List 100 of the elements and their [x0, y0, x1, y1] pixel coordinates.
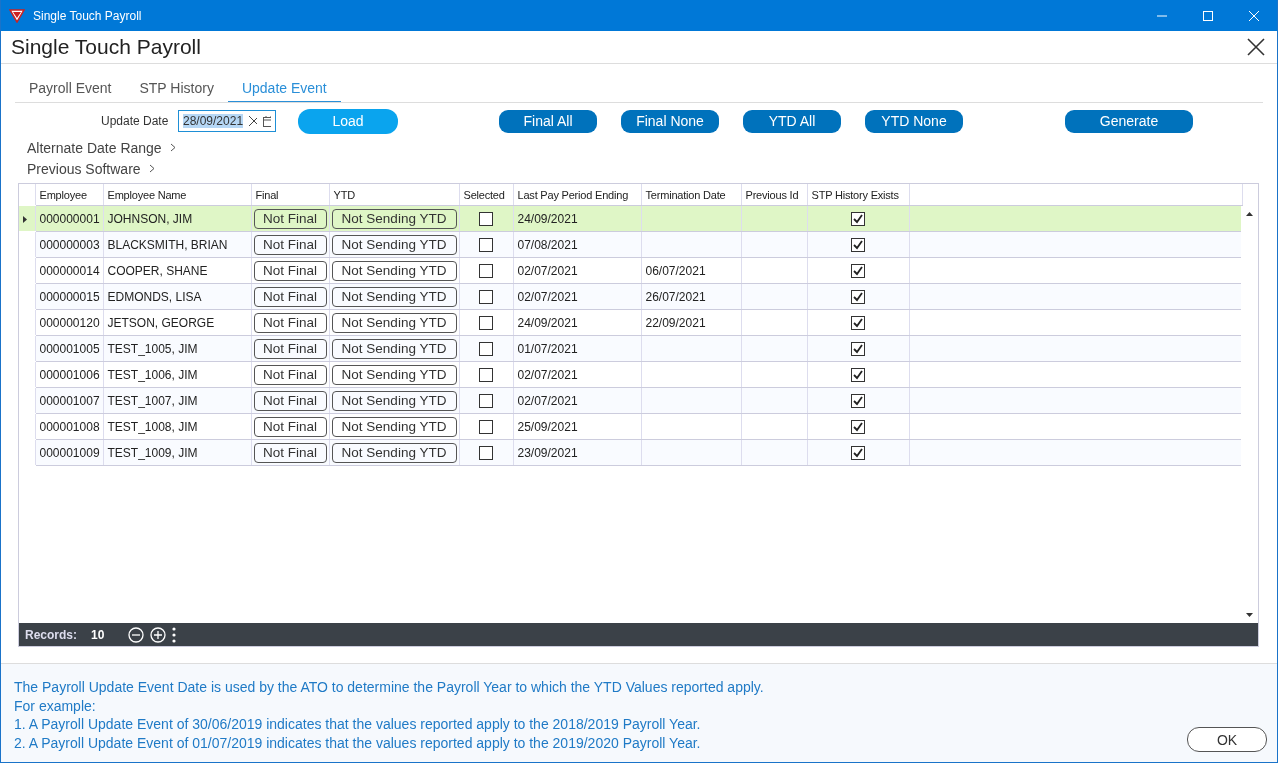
calendar-icon[interactable]: [262, 115, 271, 127]
checkbox[interactable]: [851, 445, 865, 460]
checkbox[interactable]: [851, 419, 865, 434]
tab[interactable]: Payroll Event: [15, 75, 126, 102]
close-icon[interactable]: [1247, 38, 1265, 56]
column-header[interactable]: Employee: [35, 184, 103, 206]
table-cell: 000000014: [35, 257, 103, 284]
checkbox[interactable]: [851, 237, 865, 252]
final-button[interactable]: Not Final: [253, 390, 327, 411]
action-button[interactable]: Final None: [621, 109, 719, 133]
table-row[interactable]: 000001009 TEST_1009, JIM Not Final Not Sending YTD 23/09/2021: [19, 439, 1243, 466]
add-icon[interactable]: [150, 626, 167, 643]
checkbox[interactable]: [851, 393, 865, 408]
more-icon[interactable]: [172, 626, 177, 643]
table-row[interactable]: 000001006 TEST_1006, JIM Not Final Not Sending YTD 02/07/2021: [19, 361, 1243, 388]
table-row[interactable]: 000000015 EDMONDS, LISA Not Final Not Sending YTD 02/07/2021 26/07/2021: [19, 283, 1243, 310]
table-row[interactable]: 000001008 TEST_1008, JIM Not Final Not Sending YTD 25/09/2021: [19, 413, 1243, 440]
table-row[interactable]: 000000003 BLACKSMITH, BRIAN Not Final Not Sending YTD 07/08/2021: [19, 231, 1243, 258]
window-title: Single Touch Payroll: [33, 8, 142, 23]
column-header[interactable]: STP History Exists: [807, 184, 909, 206]
final-button[interactable]: Not Final: [253, 312, 327, 333]
action-button[interactable]: YTD All: [743, 109, 841, 133]
final-button[interactable]: Not Final: [253, 286, 327, 307]
column-header[interactable]: Last Pay Period Ending: [513, 184, 641, 206]
table-cell: 02/07/2021: [513, 387, 641, 414]
table-cell: 000000015: [35, 283, 103, 310]
table-cell: 02/07/2021: [513, 283, 641, 310]
chevron-icon: [148, 164, 155, 173]
remove-icon[interactable]: [128, 626, 145, 643]
ytd-button[interactable]: Not Sending YTD: [331, 442, 457, 463]
table-row[interactable]: 000000120 JETSON, GEORGE Not Final Not Sending YTD 24/09/2021 22/09/2021: [19, 309, 1243, 336]
tab[interactable]: Update Event: [227, 75, 341, 102]
column-header[interactable]: Termination Date: [641, 184, 741, 206]
table-row[interactable]: 000000001 JOHNSON, JIM Not Final Not Sending YTD 24/09/2021: [19, 205, 1243, 232]
checkbox[interactable]: [851, 367, 865, 382]
table-cell: TEST_1009, JIM: [103, 439, 251, 466]
table-row[interactable]: 000000014 COOPER, SHANE Not Final Not Sending YTD 02/07/2021 06/07/2021: [19, 257, 1243, 284]
table-cell: COOPER, SHANE: [103, 257, 251, 284]
ytd-button[interactable]: Not Sending YTD: [331, 312, 457, 333]
final-button[interactable]: Not Final: [253, 208, 327, 229]
expander-link[interactable]: Alternate Date Range: [27, 137, 176, 158]
final-button[interactable]: Not Final: [253, 416, 327, 437]
final-button[interactable]: Not Final: [253, 338, 327, 359]
ytd-button[interactable]: Not Sending YTD: [331, 338, 457, 359]
ytd-button[interactable]: Not Sending YTD: [331, 364, 457, 385]
checkbox[interactable]: [851, 341, 865, 356]
expander-link[interactable]: Previous Software: [27, 158, 155, 179]
checkbox[interactable]: [851, 211, 865, 226]
table-cell: JETSON, GEORGE: [103, 309, 251, 336]
checkbox[interactable]: [479, 419, 493, 434]
ytd-button[interactable]: Not Sending YTD: [331, 234, 457, 255]
records-count: 10: [91, 627, 105, 642]
column-header[interactable]: Employee Name: [103, 184, 251, 206]
table-cell: EDMONDS, LISA: [103, 283, 251, 310]
action-button[interactable]: Final All: [499, 109, 597, 133]
generate-button[interactable]: Generate: [1065, 109, 1193, 133]
final-button[interactable]: Not Final: [253, 234, 327, 255]
final-button[interactable]: Not Final: [253, 442, 327, 463]
checkbox[interactable]: [479, 315, 493, 330]
checkbox[interactable]: [479, 341, 493, 356]
ytd-button[interactable]: Not Sending YTD: [331, 390, 457, 411]
column-header[interactable]: Final: [251, 184, 329, 206]
final-button[interactable]: Not Final: [253, 260, 327, 281]
checkbox[interactable]: [479, 237, 493, 252]
table-cell: 000001009: [35, 439, 103, 466]
scroll-down-icon[interactable]: [1246, 613, 1253, 617]
ytd-button[interactable]: Not Sending YTD: [331, 208, 457, 229]
ok-button[interactable]: OK: [1187, 727, 1267, 752]
table-cell: 000000003: [35, 231, 103, 258]
column-header[interactable]: Selected: [459, 184, 513, 206]
checkbox[interactable]: [479, 289, 493, 304]
table-row[interactable]: 000001005 TEST_1005, JIM Not Final Not Sending YTD 01/07/2021: [19, 335, 1243, 362]
column-header[interactable]: Previous Id: [741, 184, 807, 206]
date-field[interactable]: 28/09/2021: [178, 110, 276, 132]
dialog-title: Single Touch Payroll: [11, 35, 201, 59]
ytd-button[interactable]: Not Sending YTD: [331, 286, 457, 307]
scroll-up-icon[interactable]: [1246, 212, 1253, 216]
ytd-button[interactable]: Not Sending YTD: [331, 416, 457, 437]
checkbox[interactable]: [479, 211, 493, 226]
info-text: For example:: [14, 696, 97, 715]
checkbox[interactable]: [851, 263, 865, 278]
tab[interactable]: STP History: [125, 75, 228, 102]
table-cell: 26/07/2021: [645, 289, 706, 304]
table-cell: 000001008: [35, 413, 103, 440]
checkbox[interactable]: [479, 263, 493, 278]
table-row[interactable]: 000001007 TEST_1007, JIM Not Final Not Sending YTD 02/07/2021: [19, 387, 1243, 414]
checkbox[interactable]: [851, 289, 865, 304]
checkbox[interactable]: [851, 315, 865, 330]
table-cell: TEST_1006, JIM: [103, 361, 251, 388]
table-cell: 24/09/2021: [513, 205, 641, 232]
checkbox[interactable]: [479, 367, 493, 382]
column-header[interactable]: YTD: [329, 184, 459, 206]
final-button[interactable]: Not Final: [253, 364, 327, 385]
table-cell: 000000001: [35, 205, 103, 232]
table-cell: 02/07/2021: [513, 257, 641, 284]
ytd-button[interactable]: Not Sending YTD: [331, 260, 457, 281]
checkbox[interactable]: [479, 393, 493, 408]
clear-icon[interactable]: [249, 116, 257, 126]
checkbox[interactable]: [479, 445, 493, 460]
action-button[interactable]: YTD None: [865, 109, 963, 133]
